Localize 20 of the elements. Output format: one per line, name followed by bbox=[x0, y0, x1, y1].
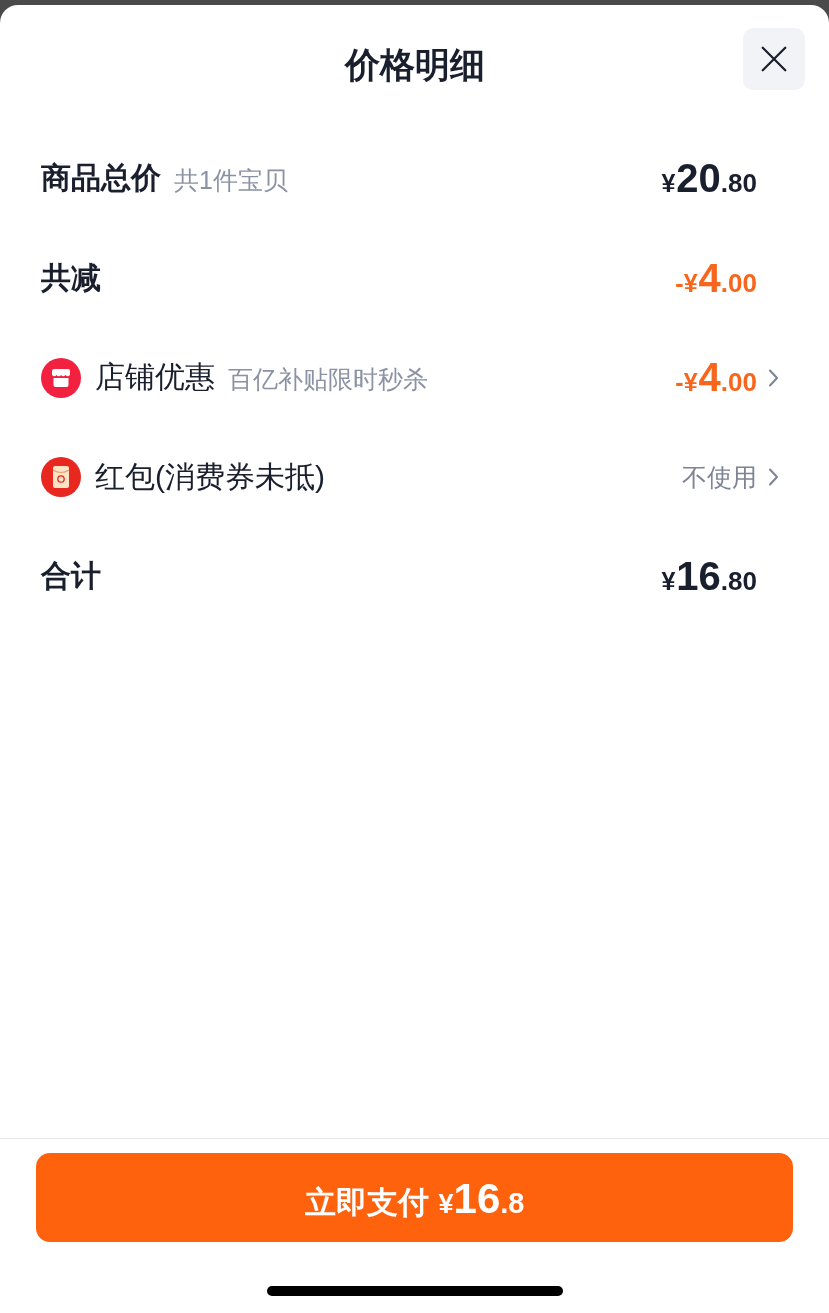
price-amount: ¥16.80 bbox=[661, 554, 757, 600]
sheet-title: 价格明细 bbox=[344, 43, 485, 86]
row-label: 合计 bbox=[41, 558, 101, 595]
row-label: 商品总价 bbox=[41, 160, 161, 197]
shop-icon bbox=[41, 357, 81, 398]
price-amount: -¥4.00 bbox=[675, 255, 757, 301]
row-note: 共1件宝贝 bbox=[174, 164, 288, 196]
row-note: 百亿补贴限时秒杀 bbox=[228, 363, 428, 395]
pay-now-button[interactable]: 立即支付 ¥16.8 bbox=[36, 1153, 793, 1242]
row-label: 红包(消费券未抵) bbox=[95, 458, 325, 495]
close-button[interactable] bbox=[743, 28, 805, 90]
chevron-right-icon[interactable] bbox=[768, 468, 779, 487]
row-label: 共减 bbox=[41, 259, 101, 296]
row-label: 店铺优惠 bbox=[95, 359, 215, 396]
envelope-icon bbox=[41, 457, 81, 498]
row-value[interactable]: 不使用 bbox=[682, 460, 757, 494]
close-icon bbox=[761, 46, 787, 72]
price-amount: -¥4.00 bbox=[675, 355, 757, 401]
price-amount: ¥20.80 bbox=[661, 156, 757, 202]
chevron-right-icon[interactable] bbox=[768, 368, 779, 387]
